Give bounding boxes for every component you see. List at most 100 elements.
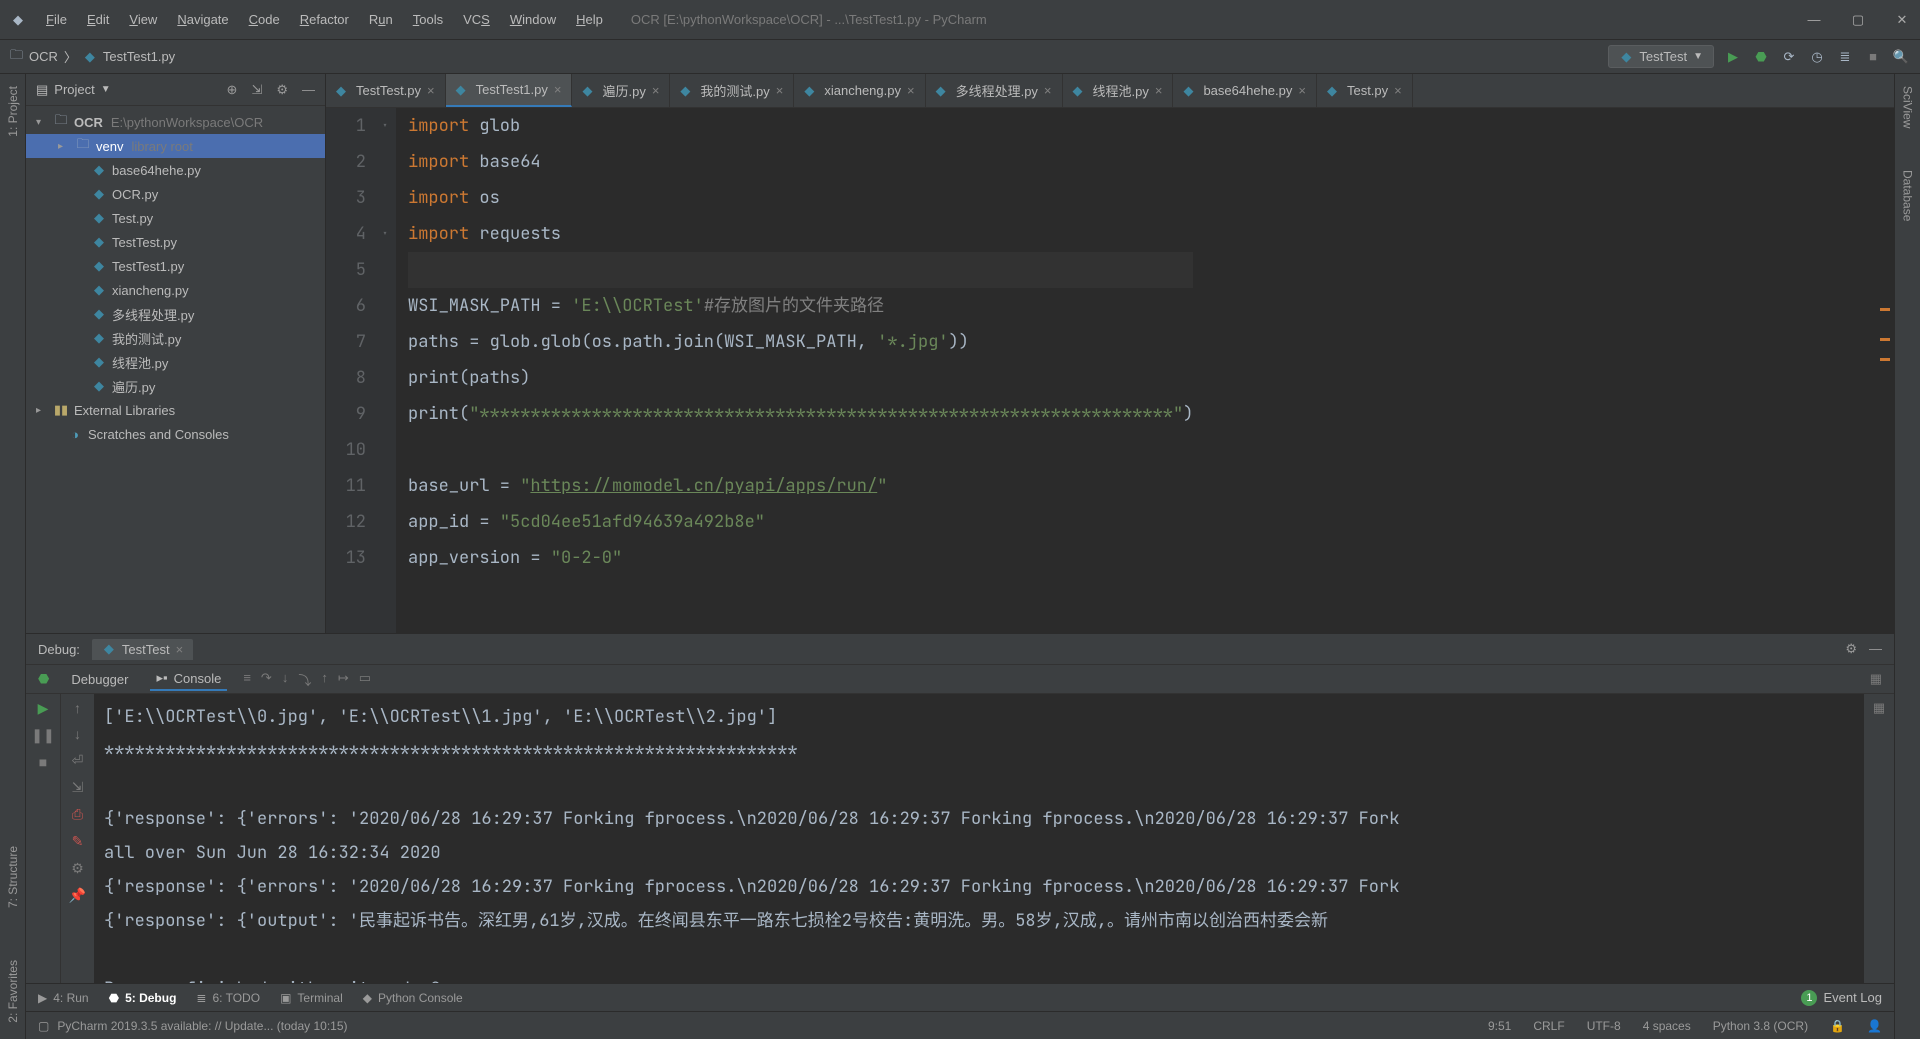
fold-column[interactable]: ▾▾ bbox=[382, 108, 396, 633]
console-tab[interactable]: ▸▪ Console bbox=[150, 667, 227, 691]
step-into-my-icon[interactable]: ⤵ bbox=[298, 670, 311, 689]
editor-tab[interactable]: ◆Test.py× bbox=[1317, 74, 1413, 107]
run-coverage-icon[interactable]: ⟳ bbox=[1780, 48, 1798, 66]
profile-icon[interactable]: ◷ bbox=[1808, 48, 1826, 66]
console-output[interactable]: ['E:\\OCRTest\\0.jpg', 'E:\\OCRTest\\1.j… bbox=[94, 694, 1864, 983]
editor-tab[interactable]: ◆TestTest1.py× bbox=[446, 74, 573, 107]
tree-venv[interactable]: ▸ 🗀 venv library root bbox=[26, 134, 325, 158]
bottom-debug[interactable]: ⬣ 5: Debug bbox=[109, 991, 177, 1005]
status-caret[interactable]: 9:51 bbox=[1488, 1019, 1511, 1033]
tree-file[interactable]: ◆xiancheng.py bbox=[26, 278, 325, 302]
close-icon[interactable]: × bbox=[1394, 83, 1402, 98]
tool-project[interactable]: 1: Project bbox=[4, 80, 22, 143]
bottom-event-log[interactable]: 1 Event Log bbox=[1801, 990, 1882, 1006]
up-icon[interactable]: ↑ bbox=[74, 700, 81, 716]
menu-tools[interactable]: Tools bbox=[405, 10, 451, 29]
expand-icon[interactable]: ⇲ bbox=[251, 82, 262, 98]
gear-icon[interactable]: ⚙ bbox=[71, 860, 84, 877]
caret-down-icon[interactable]: ▾ bbox=[36, 117, 48, 128]
tree-file[interactable]: ◆遍历.py bbox=[26, 374, 325, 398]
clear-icon[interactable]: ✎ bbox=[72, 833, 84, 850]
bottom-pyconsole[interactable]: ◆ Python Console bbox=[363, 991, 463, 1005]
close-icon[interactable]: × bbox=[176, 642, 184, 657]
step-over-icon[interactable]: ↷ bbox=[261, 670, 272, 689]
gear-icon[interactable]: ⚙ bbox=[276, 82, 288, 98]
bottom-terminal[interactable]: ▣ Terminal bbox=[280, 991, 343, 1005]
editor-tab[interactable]: ◆遍历.py× bbox=[572, 74, 670, 107]
tree-scratches[interactable]: ◑ Scratches and Consoles bbox=[26, 422, 325, 446]
close-icon[interactable]: ✕ bbox=[1892, 12, 1912, 28]
editor-tab[interactable]: ◆base64hehe.py× bbox=[1173, 74, 1317, 107]
code-area[interactable]: import globimport base64import osimport … bbox=[396, 108, 1193, 633]
menu-view[interactable]: View bbox=[121, 10, 165, 29]
status-indent[interactable]: 4 spaces bbox=[1643, 1019, 1691, 1033]
run-icon[interactable]: ▶ bbox=[1724, 48, 1742, 66]
tool-favorites[interactable]: 2: Favorites bbox=[4, 954, 22, 1029]
gutter[interactable]: 12345678910111213 bbox=[326, 108, 382, 633]
menu-run[interactable]: Run bbox=[361, 10, 401, 29]
status-update[interactable]: PyCharm 2019.3.5 available: // Update...… bbox=[57, 1019, 347, 1033]
stop-icon[interactable]: ■ bbox=[39, 754, 47, 770]
close-icon[interactable]: × bbox=[907, 83, 915, 98]
menu-help[interactable]: Help bbox=[568, 10, 611, 29]
menu-file[interactable]: File bbox=[38, 10, 75, 29]
tree-file[interactable]: ◆TestTest1.py bbox=[26, 254, 325, 278]
caret-right-icon[interactable]: ▸ bbox=[58, 141, 70, 152]
tree-file[interactable]: ◆OCR.py bbox=[26, 182, 325, 206]
editor-tab[interactable]: ◆xiancheng.py× bbox=[794, 74, 925, 107]
close-icon[interactable]: × bbox=[1044, 83, 1052, 98]
menu-refactor[interactable]: Refactor bbox=[292, 10, 357, 29]
step-out-icon[interactable]: ↑ bbox=[321, 670, 328, 689]
maximize-icon[interactable]: ▢ bbox=[1848, 12, 1868, 28]
menu-navigate[interactable]: Navigate bbox=[169, 10, 236, 29]
tree-file[interactable]: ◆Test.py bbox=[26, 206, 325, 230]
print-icon[interactable]: ⎙ bbox=[72, 806, 83, 823]
menu-edit[interactable]: Edit bbox=[79, 10, 117, 29]
inspector-icon[interactable]: 👤 bbox=[1867, 1019, 1882, 1033]
editor-tab[interactable]: ◆多线程处理.py× bbox=[926, 74, 1063, 107]
close-icon[interactable]: × bbox=[554, 82, 562, 97]
evaluate-icon[interactable]: ▭ bbox=[359, 670, 371, 689]
breadcrumb-project[interactable]: OCR bbox=[29, 49, 58, 64]
step-into-icon[interactable]: ↓ bbox=[282, 670, 289, 689]
status-encoding[interactable]: UTF-8 bbox=[1587, 1019, 1621, 1033]
step-icon[interactable]: ≡ bbox=[243, 670, 251, 689]
notification-icon[interactable]: ▢ bbox=[38, 1019, 49, 1033]
tree-root[interactable]: ▾ 🗀 OCR E:\pythonWorkspace\OCR bbox=[26, 110, 325, 134]
concurrency-icon[interactable]: ≣ bbox=[1836, 48, 1854, 66]
tool-structure[interactable]: 7: Structure bbox=[4, 840, 22, 914]
marker-icon[interactable] bbox=[1880, 308, 1890, 311]
tree-file[interactable]: ◆我的测试.py bbox=[26, 326, 325, 350]
minimize-icon[interactable]: — bbox=[1804, 12, 1824, 28]
layout-icon[interactable]: ▦ bbox=[1873, 700, 1885, 716]
rerun-icon[interactable]: ⬣ bbox=[38, 671, 49, 687]
rerun-icon[interactable]: ▶ bbox=[38, 700, 49, 717]
editor-tab[interactable]: ◆线程池.py× bbox=[1063, 74, 1174, 107]
bottom-todo[interactable]: ≣ 6: TODO bbox=[196, 991, 260, 1005]
run-to-cursor-icon[interactable]: ↦ bbox=[338, 670, 349, 689]
tool-database[interactable]: Database bbox=[1899, 164, 1917, 227]
hide-icon[interactable]: — bbox=[1869, 641, 1882, 657]
tree-file[interactable]: ◆多线程处理.py bbox=[26, 302, 325, 326]
editor-tab[interactable]: ◆TestTest.py× bbox=[326, 74, 446, 107]
locate-icon[interactable]: ⊕ bbox=[227, 82, 238, 98]
debug-config-tab[interactable]: ◆ TestTest × bbox=[92, 639, 193, 660]
close-icon[interactable]: × bbox=[652, 83, 660, 98]
editor-tab[interactable]: ◆我的测试.py× bbox=[670, 74, 794, 107]
menu-vcs[interactable]: VCS bbox=[455, 10, 498, 29]
tree-external-libs[interactable]: ▸ ▮▮ External Libraries bbox=[26, 398, 325, 422]
menu-code[interactable]: Code bbox=[241, 10, 288, 29]
caret-right-icon[interactable]: ▸ bbox=[36, 405, 48, 416]
close-icon[interactable]: × bbox=[1155, 83, 1163, 98]
close-icon[interactable]: × bbox=[776, 83, 784, 98]
marker-icon[interactable] bbox=[1880, 338, 1890, 341]
breadcrumb-file[interactable]: TestTest1.py bbox=[103, 49, 175, 64]
menu-window[interactable]: Window bbox=[502, 10, 564, 29]
pin-icon[interactable]: 📌 bbox=[69, 887, 86, 904]
soft-wrap-icon[interactable]: ⏎ bbox=[72, 752, 84, 769]
tree-file[interactable]: ◆TestTest.py bbox=[26, 230, 325, 254]
status-interpreter[interactable]: Python 3.8 (OCR) bbox=[1713, 1019, 1808, 1033]
close-icon[interactable]: × bbox=[427, 83, 435, 98]
close-icon[interactable]: × bbox=[1298, 83, 1306, 98]
down-icon[interactable]: ↓ bbox=[74, 726, 81, 742]
